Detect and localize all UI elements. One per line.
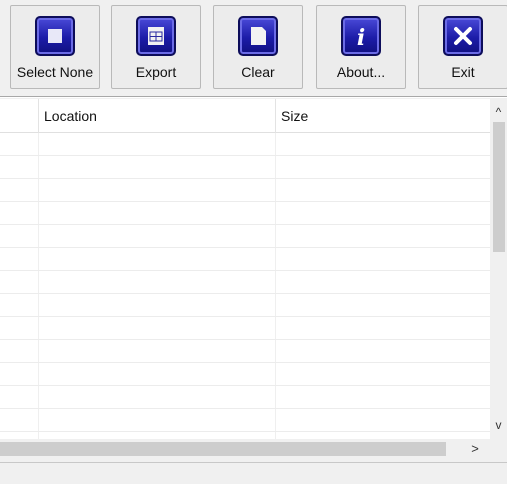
exit-button[interactable]: Exit (418, 5, 507, 89)
column-header-location[interactable]: Location (38, 99, 275, 133)
table-row[interactable] (0, 386, 490, 409)
svg-text:i: i (357, 25, 365, 51)
clear-button[interactable]: Clear (213, 5, 303, 89)
horizontal-scrollbar[interactable]: > (0, 439, 490, 459)
scroll-right-arrow-icon[interactable]: > (466, 439, 484, 459)
toolbar: Select None Export Clear i About... Exit (0, 0, 507, 94)
export-button[interactable]: Export (111, 5, 201, 89)
table-row[interactable] (0, 363, 490, 386)
table-row[interactable] (0, 156, 490, 179)
status-bar (0, 462, 507, 484)
vertical-scrollbar[interactable]: ^ v (490, 99, 507, 439)
exit-icon (443, 16, 483, 56)
about-icon: i (341, 16, 381, 56)
table-row[interactable] (0, 133, 490, 156)
about-label: About... (336, 64, 386, 80)
table-row[interactable] (0, 271, 490, 294)
table-header: Location Size (0, 99, 490, 133)
table-row[interactable] (0, 409, 490, 432)
select-none-button[interactable]: Select None (10, 5, 100, 89)
table-row[interactable] (0, 179, 490, 202)
exit-label: Exit (451, 64, 475, 80)
scroll-down-arrow-icon[interactable]: v (490, 417, 507, 434)
select-none-icon (35, 16, 75, 56)
table-row[interactable] (0, 340, 490, 363)
table-row[interactable] (0, 248, 490, 271)
vertical-scroll-thumb[interactable] (493, 122, 505, 252)
clear-label: Clear (241, 64, 275, 80)
export-icon (136, 16, 176, 56)
select-none-label: Select None (16, 64, 94, 80)
table-row[interactable] (0, 317, 490, 340)
column-header-first[interactable] (0, 99, 38, 133)
about-button[interactable]: i About... (316, 5, 406, 89)
table-row[interactable] (0, 294, 490, 317)
clear-icon (238, 16, 278, 56)
table-row[interactable] (0, 225, 490, 248)
toolbar-separator (0, 96, 507, 98)
table-row[interactable] (0, 202, 490, 225)
results-table[interactable]: Location Size (0, 99, 490, 439)
column-header-size[interactable]: Size (275, 99, 490, 133)
export-label: Export (135, 64, 177, 80)
horizontal-scroll-thumb[interactable] (0, 442, 446, 456)
scroll-up-arrow-icon[interactable]: ^ (490, 104, 507, 121)
